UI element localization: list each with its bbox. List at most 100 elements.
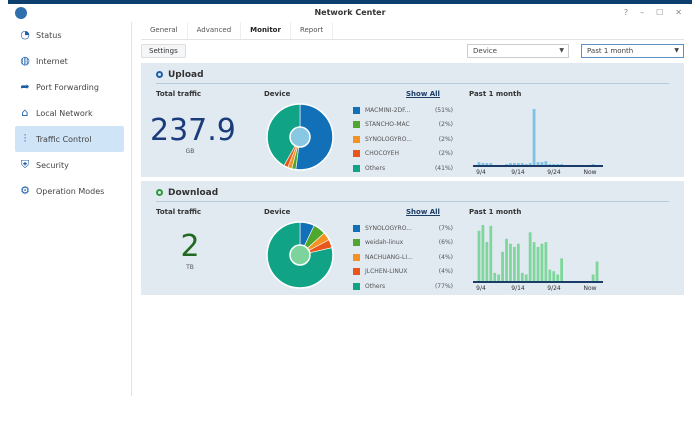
traffic-bar xyxy=(509,243,512,281)
legend-device-name: CHOCOYEH xyxy=(365,150,399,158)
sidebar-item-label: Status xyxy=(36,30,62,40)
legend-swatch xyxy=(353,224,360,232)
legend-percent: (6%) xyxy=(438,239,453,247)
total-traffic-unit: TB xyxy=(186,264,194,271)
panel-title: Download xyxy=(168,188,219,198)
toolbar: Settings Device ▼ Past 1 month ▼ xyxy=(141,40,684,62)
traffic-bar xyxy=(524,274,528,281)
traffic-bar xyxy=(536,246,540,281)
x-tick-label: 9/14 xyxy=(511,285,525,292)
legend-percent: (51%) xyxy=(434,106,453,114)
device-pie-chart xyxy=(266,221,334,289)
section-dot-icon xyxy=(156,189,163,196)
close-icon[interactable]: ✕ xyxy=(675,8,682,17)
sidebar: ◔ Status ◍ Internet ➦ Port Forwarding ⌂ Local N… xyxy=(8,22,132,396)
legend-swatch xyxy=(353,135,360,143)
tab-monitor[interactable]: Monitor xyxy=(241,22,291,39)
upload-panel: Upload Total traffic 237.9 GB Device Sho… xyxy=(141,63,684,177)
show-all-link[interactable]: Show All xyxy=(406,90,440,98)
minimize-icon[interactable]: – xyxy=(640,8,644,17)
sidebar-item-security[interactable]: ⛨ Security xyxy=(15,152,124,178)
sidebar-item-internet[interactable]: ◍ Internet xyxy=(15,48,124,74)
legend-item: STANCHO-MAC (2%) xyxy=(353,118,453,133)
x-tick-label: 9/4 xyxy=(476,285,486,292)
sidebar-item-operation-modes[interactable]: ⚙ Operation Modes xyxy=(15,178,124,204)
title-bar: Network Center ? – ☐ ✕ xyxy=(8,4,692,22)
total-traffic-value: 237.9 xyxy=(150,113,236,148)
sidebar-item-status[interactable]: ◔ Status xyxy=(15,22,124,48)
panel-title: Upload xyxy=(168,70,204,80)
tab-bar: General Advanced Monitor Report xyxy=(141,22,684,40)
legend-swatch xyxy=(353,282,360,290)
x-tick-label: 9/24 xyxy=(547,169,561,176)
maximize-icon[interactable]: ☐ xyxy=(656,8,663,17)
traffic-bar xyxy=(591,164,595,165)
download-panel: Download Total traffic 2 TB Device Show … xyxy=(141,181,684,295)
traffic-bar xyxy=(544,161,548,165)
x-tick-label: 9/4 xyxy=(476,169,486,176)
traffic-bar xyxy=(497,274,501,281)
show-all-link[interactable]: Show All xyxy=(406,208,440,216)
x-tick-label: Now xyxy=(583,285,596,292)
chevron-down-icon: ▼ xyxy=(674,47,679,54)
settings-button[interactable]: Settings xyxy=(141,44,186,58)
sidebar-item-label: Security xyxy=(36,160,69,170)
sidebar-item-label: Operation Modes xyxy=(36,186,105,196)
traffic-bar xyxy=(536,162,540,165)
traffic-bar xyxy=(552,271,556,281)
device-legend: SYNOLOGYRO... (7%) weidah-linux (6%) NACHUAN… xyxy=(353,221,453,294)
period-select[interactable]: Past 1 month ▼ xyxy=(581,44,684,58)
legend-percent: (4%) xyxy=(438,268,453,276)
x-tick-label: Now xyxy=(583,169,596,176)
sliders-icon: ⫶ xyxy=(23,132,27,145)
legend-swatch xyxy=(353,239,360,247)
traffic-bar xyxy=(552,164,556,165)
legend-percent: (4%) xyxy=(438,253,453,261)
sidebar-item-port-forwarding[interactable]: ➦ Port Forwarding xyxy=(15,74,124,100)
traffic-bar-chart: 9/4 9/14 9/24 Now xyxy=(473,109,603,176)
traffic-bar xyxy=(505,238,508,281)
device-label: Device xyxy=(264,90,291,98)
sidebar-item-traffic-control[interactable]: ⫶ Traffic Control xyxy=(15,126,124,152)
shield-icon: ⛨ xyxy=(20,158,30,171)
globe-icon: ◍ xyxy=(20,54,30,67)
traffic-bar xyxy=(528,232,532,281)
traffic-bar xyxy=(524,164,528,165)
traffic-bar xyxy=(485,242,489,281)
legend-swatch xyxy=(353,253,360,261)
legend-item: Others (41%) xyxy=(353,161,453,176)
traffic-bar xyxy=(513,163,516,165)
tab-advanced[interactable]: Advanced xyxy=(188,22,242,39)
legend-swatch xyxy=(353,150,360,158)
traffic-bar xyxy=(560,258,563,281)
tab-report[interactable]: Report xyxy=(291,22,334,39)
legend-device-name: SYNOLOGYRO... xyxy=(365,224,412,232)
help-icon[interactable]: ? xyxy=(624,8,628,17)
legend-device-name: JLCHEN-LINUX xyxy=(365,268,408,276)
traffic-bar xyxy=(513,246,516,281)
arrow-forward-icon: ➦ xyxy=(20,80,30,93)
pie-center xyxy=(289,126,311,148)
legend-device-name: SYNOLOGYRO... xyxy=(365,135,412,143)
window-title: Network Center xyxy=(314,8,386,17)
chevron-down-icon: ▼ xyxy=(559,47,564,54)
total-traffic-value: 2 xyxy=(180,229,200,264)
x-tick-label: 9/14 xyxy=(511,169,525,176)
device-select[interactable]: Device ▼ xyxy=(467,44,569,58)
legend-percent: (77%) xyxy=(434,282,453,290)
traffic-bar xyxy=(591,274,595,281)
legend-device-name: STANCHO-MAC xyxy=(365,121,410,129)
device-legend: MACMINI-2DF... (51%) STANCHO-MAC (2%) SYNOLO… xyxy=(353,103,453,176)
legend-percent: (2%) xyxy=(438,121,453,129)
legend-item: weidah-linux (6%) xyxy=(353,236,453,251)
traffic-bar xyxy=(532,109,536,165)
traffic-bar xyxy=(477,230,481,281)
traffic-bar xyxy=(505,164,508,165)
gauge-icon: ◔ xyxy=(20,28,30,41)
sidebar-item-local-network[interactable]: ⌂ Local Network xyxy=(15,100,124,126)
network-center-window: Network Center ? – ☐ ✕ ◔ Status ◍ Internet ➦… xyxy=(8,0,692,396)
device-select-value: Device xyxy=(473,47,497,55)
x-axis xyxy=(473,165,603,167)
tab-general[interactable]: General xyxy=(141,22,188,39)
traffic-bar xyxy=(485,163,489,165)
